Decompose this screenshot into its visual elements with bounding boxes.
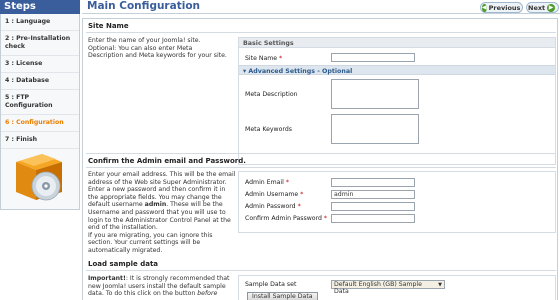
admin-username-label: Admin Username * bbox=[245, 191, 304, 198]
admin-username-input[interactable]: admin bbox=[331, 190, 415, 199]
meta-description-label: Meta Description bbox=[245, 91, 298, 98]
step-database: 4 : Database bbox=[1, 73, 79, 90]
next-label: Next bbox=[528, 3, 546, 12]
steps-title: Steps bbox=[0, 0, 80, 14]
page-title: Main Configuration bbox=[87, 0, 201, 12]
site-name-input[interactable] bbox=[331, 53, 415, 62]
meta-description-textarea[interactable] bbox=[331, 79, 419, 109]
next-button[interactable]: Next ▶ bbox=[526, 2, 559, 13]
arrow-right-icon: ▶ bbox=[547, 3, 555, 12]
previous-label: Previous bbox=[488, 3, 521, 12]
divider bbox=[86, 167, 556, 168]
step-language: 1 : Language bbox=[1, 14, 79, 31]
admin-password-label: Admin Password * bbox=[245, 203, 301, 210]
main-content: Site Name Enter the name of your Joomla!… bbox=[82, 18, 558, 300]
divider bbox=[86, 32, 556, 33]
divider bbox=[86, 153, 556, 154]
meta-keywords-textarea[interactable] bbox=[331, 114, 419, 144]
sample-data-select[interactable]: Default English (GB) Sample Data ▼ bbox=[331, 280, 445, 295]
page-header: Main Configuration ◀ Previous Next ▶ bbox=[82, 0, 560, 14]
install-sample-data-button[interactable]: Install Sample Data bbox=[247, 292, 318, 300]
admin-password-input[interactable] bbox=[331, 202, 415, 211]
step-ftp-configuration: 5 : FTP Configuration bbox=[1, 90, 79, 115]
steps-sidebar: Steps 1 : Language 2 : Pre-Installation … bbox=[0, 0, 80, 210]
advanced-settings-toggle[interactable]: ▾ Advanced Settings - Optional bbox=[239, 65, 555, 75]
basic-settings-panel: Basic Settings Site Name * ▾ Advanced Se… bbox=[238, 37, 556, 165]
sample-data-panel: Sample Data set Default English (GB) Sam… bbox=[238, 275, 556, 300]
step-license: 3 : License bbox=[1, 56, 79, 73]
sample-data-set-label: Sample Data set bbox=[245, 281, 297, 288]
software-box-icon bbox=[16, 154, 62, 201]
meta-keywords-label: Meta Keywords bbox=[245, 126, 292, 133]
basic-settings-title: Basic Settings bbox=[239, 38, 555, 48]
dropdown-arrow-icon: ▼ bbox=[438, 282, 442, 288]
admin-heading: Confirm the Admin email and Password. bbox=[88, 157, 246, 165]
site-name-heading: Site Name bbox=[88, 22, 129, 30]
sample-data-heading: Load sample data bbox=[88, 260, 159, 268]
divider bbox=[86, 270, 556, 271]
step-finish: 7 : Finish bbox=[1, 132, 79, 149]
previous-button[interactable]: ◀ Previous bbox=[480, 2, 523, 13]
admin-email-label: Admin Email * bbox=[245, 179, 289, 186]
site-name-label: Site Name * bbox=[245, 55, 283, 62]
confirm-password-input[interactable] bbox=[331, 214, 415, 223]
step-pre-installation: 2 : Pre-Installation check bbox=[1, 31, 79, 56]
admin-email-input[interactable] bbox=[331, 178, 415, 187]
admin-panel: Admin Email * Admin Username * admin Adm… bbox=[238, 171, 556, 233]
step-configuration: 6 : Configuration bbox=[1, 115, 79, 132]
arrow-left-icon: ◀ bbox=[482, 3, 487, 12]
admin-description: Enter your email address. This will be t… bbox=[88, 171, 236, 254]
sample-data-description: Important!: It is strongly recommended t… bbox=[88, 275, 230, 298]
site-name-description: Enter the name of your Joomla! site. Opt… bbox=[88, 37, 227, 60]
confirm-password-label: Confirm Admin Password * bbox=[245, 215, 328, 222]
